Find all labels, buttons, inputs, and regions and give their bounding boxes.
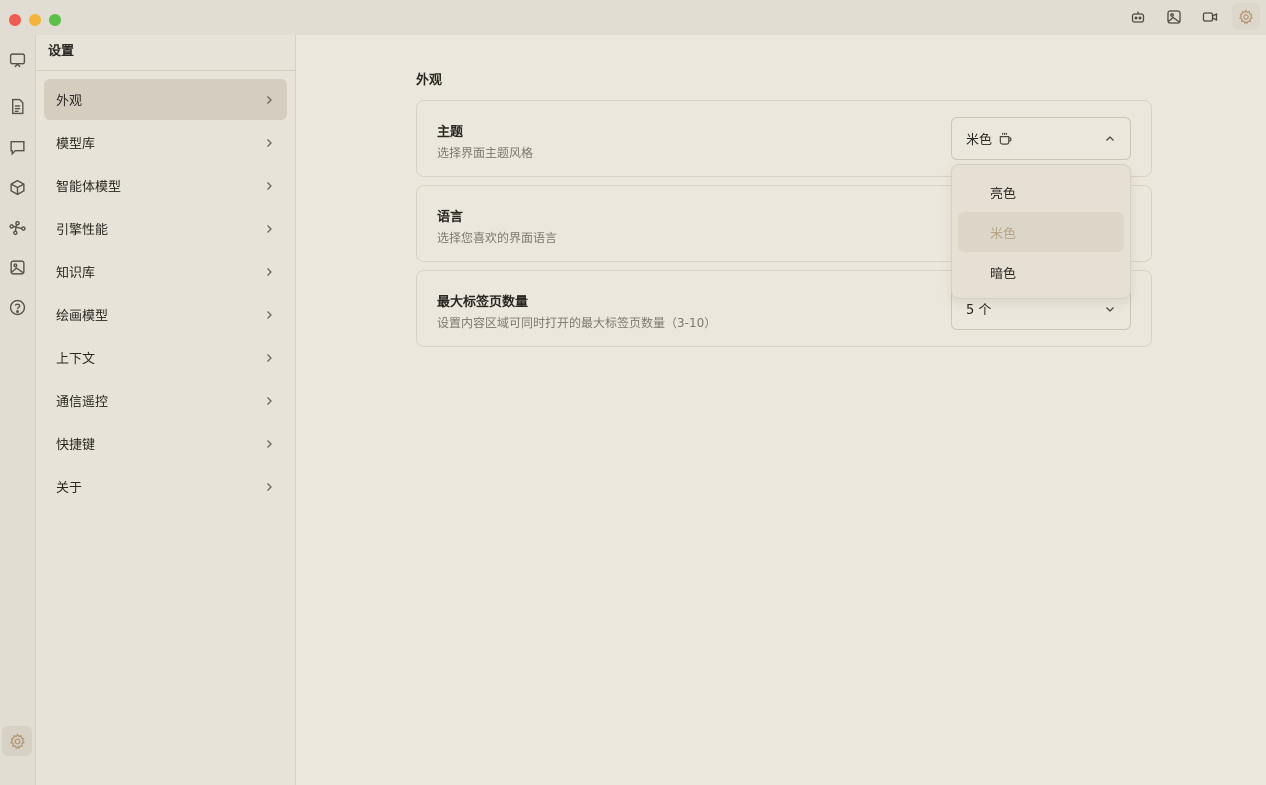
section-title: 外观 [416,73,443,88]
language-description: 选择您喜欢的界面语言 [437,231,558,245]
cube-icon[interactable] [2,172,32,202]
theme-option-beige[interactable]: 米色 [958,212,1124,252]
help-icon[interactable] [2,292,32,322]
sidebar-item-label: 通信遥控 [56,395,109,410]
sidebar-item-shortcuts[interactable]: 快捷键 [44,423,287,464]
workflow-icon[interactable] [2,212,32,242]
chevron-right-icon [267,353,272,362]
sidebar-item-context[interactable]: 上下文 [44,337,287,378]
sidebar-item-label: 外观 [56,94,83,109]
coffee-cup-icon [999,132,1012,145]
chevron-right-icon [267,95,272,104]
chevron-right-icon [267,396,272,405]
image-icon[interactable] [1160,3,1188,30]
presentation-icon[interactable] [2,45,32,75]
sidebar-item-appearance[interactable]: 外观 [44,79,287,120]
chevron-right-icon [267,267,272,276]
sidebar-item-label: 关于 [56,481,83,496]
settings-sidebar: 设置 外观 模型库 智能体模型 引擎性能 知识库 绘画模型 上下文 通信遥控 快… [36,35,296,785]
sidebar-item-drawing-model[interactable]: 绘画模型 [44,294,287,335]
window-close-button[interactable] [9,14,21,26]
chevron-right-icon [267,224,272,233]
sidebar-item-label: 引擎性能 [56,223,109,238]
theme-option-dark[interactable]: 暗色 [958,252,1124,292]
icon-rail [0,35,36,785]
chevron-right-icon [267,138,272,147]
max-tabs-description: 设置内容区域可同时打开的最大标签页数量（3-10） [437,316,717,330]
chat-icon[interactable] [2,132,32,162]
theme-option-light[interactable]: 亮色 [958,172,1124,212]
language-title: 语言 [437,210,464,225]
sidebar-item-knowledge-base[interactable]: 知识库 [44,251,287,292]
sidebar-item-label: 智能体模型 [56,180,122,195]
theme-description: 选择界面主题风格 [437,146,534,160]
theme-dropdown-menu: 亮色 米色 暗色 [951,164,1131,299]
video-icon[interactable] [1196,3,1224,30]
max-tabs-select-value: 5 个 [966,303,992,318]
sidebar-item-model-library[interactable]: 模型库 [44,122,287,163]
sidebar-item-remote-control[interactable]: 通信遥控 [44,380,287,421]
gear-icon[interactable] [1232,3,1260,30]
window-maximize-button[interactable] [49,14,61,26]
max-tabs-title: 最大标签页数量 [437,295,529,310]
sidebar-item-label: 知识库 [56,266,96,281]
window-minimize-button[interactable] [29,14,41,26]
theme-title: 主题 [437,125,464,140]
sidebar-item-label: 上下文 [56,352,96,367]
document-icon[interactable] [2,91,32,121]
sidebar-item-label: 模型库 [56,137,96,152]
chevron-up-icon [1106,135,1114,141]
robot-icon[interactable] [1124,3,1152,30]
sidebar-title: 设置 [36,35,295,71]
gear-icon[interactable] [2,726,32,756]
chevron-right-icon [267,181,272,190]
sidebar-item-about[interactable]: 关于 [44,466,287,507]
settings-content: 外观 主题 选择界面主题风格 米色 语言 选择您喜欢的界面语言 最大标签页数量 … [296,35,1266,785]
toolbar-icons [1124,3,1260,30]
image-icon[interactable] [2,252,32,282]
sidebar-item-engine-performance[interactable]: 引擎性能 [44,208,287,249]
sidebar-item-label: 绘画模型 [56,309,109,324]
chevron-right-icon [267,439,272,448]
title-bar [0,0,1266,35]
theme-select[interactable]: 米色 [951,117,1131,160]
chevron-down-icon [1106,306,1114,312]
theme-select-value: 米色 [966,133,993,148]
sidebar-item-agent-model[interactable]: 智能体模型 [44,165,287,206]
chevron-right-icon [267,482,272,491]
settings-nav: 外观 模型库 智能体模型 引擎性能 知识库 绘画模型 上下文 通信遥控 快捷键 … [44,79,287,509]
chevron-right-icon [267,310,272,319]
sidebar-item-label: 快捷键 [56,438,96,453]
